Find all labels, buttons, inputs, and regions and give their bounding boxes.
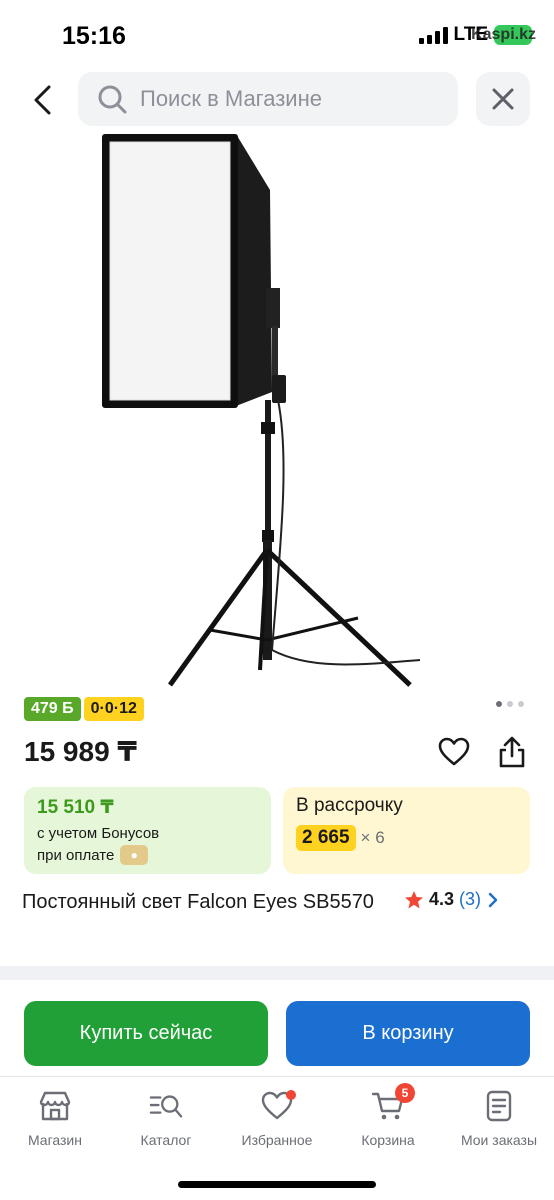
search-bar[interactable] xyxy=(78,72,458,126)
search-header xyxy=(0,72,554,128)
close-icon xyxy=(492,88,514,110)
orders-icon xyxy=(482,1089,516,1123)
cellular-signal-icon xyxy=(418,26,448,44)
bonus-caption-text: при оплате xyxy=(37,846,115,864)
chevron-right-icon xyxy=(488,892,498,907)
tab-label: Магазин xyxy=(27,1132,82,1148)
installment-card[interactable]: В рассрочку 2 665 × 6 xyxy=(283,787,530,874)
installment-badge: 0·0·12 xyxy=(83,697,144,721)
status-bar: 15:16 LTE Kaspi.kz xyxy=(0,0,554,70)
tab-label: Каталог xyxy=(140,1132,192,1148)
cart-icon: 5 xyxy=(371,1083,415,1123)
product-image[interactable] xyxy=(60,130,500,690)
home-indicator xyxy=(178,1181,376,1188)
pager-dot xyxy=(518,701,524,707)
rating-value: 4.3 xyxy=(429,889,455,909)
installment-row: 2 665 × 6 xyxy=(296,825,517,851)
share-button[interactable] xyxy=(494,734,530,770)
tab-favorites[interactable]: Избранное xyxy=(222,1089,332,1148)
buy-now-button[interactable]: Купить сейчас xyxy=(24,1001,268,1066)
installment-amount: 2 665 xyxy=(296,825,356,851)
bonus-price: 15 510 ₸ xyxy=(37,797,114,818)
gallery-pager xyxy=(496,701,524,707)
heart-icon xyxy=(438,737,470,766)
search-input[interactable] xyxy=(140,86,440,112)
promo-badges: 479 Б 0·0·12 xyxy=(24,697,144,721)
tab-label: Корзина xyxy=(361,1132,415,1148)
bonus-caption: с учетом Бонусов xyxy=(37,825,160,842)
pager-dot xyxy=(507,701,513,707)
store-icon xyxy=(38,1089,72,1123)
back-button[interactable] xyxy=(22,78,62,122)
tab-catalog[interactable]: Каталог xyxy=(111,1089,221,1148)
installment-title: В рассрочку xyxy=(296,795,403,816)
share-icon xyxy=(499,736,525,768)
cart-count-badge: 5 xyxy=(395,1083,415,1103)
chevron-left-icon xyxy=(34,85,51,115)
product-title: Постоянный свет Falcon Eyes SB5570 xyxy=(22,891,374,913)
kaspi-gold-icon: ● xyxy=(120,845,149,865)
close-button[interactable] xyxy=(476,72,530,126)
add-to-cart-button[interactable]: В корзину xyxy=(286,1001,530,1066)
product-rating[interactable]: 4.3 (3) xyxy=(404,889,500,910)
bonus-badge: 479 Б xyxy=(24,697,81,721)
status-time: 15:16 xyxy=(62,22,126,50)
tab-label: Мои заказы xyxy=(460,1132,538,1148)
product-price: 15 989 ₸ xyxy=(24,736,137,767)
catalog-search-icon xyxy=(149,1089,183,1123)
section-divider xyxy=(0,966,554,980)
search-icon xyxy=(96,83,128,115)
watermark-text: Kaspi.kz xyxy=(471,26,536,43)
tab-store[interactable]: Магазин xyxy=(0,1089,110,1148)
bonus-price-card[interactable]: 15 510 ₸ с учетом Бонусов при оплате ● xyxy=(24,787,271,874)
reviews-count[interactable]: (3) xyxy=(459,889,481,910)
tab-label: Избранное xyxy=(241,1132,313,1148)
tab-orders[interactable]: Мои заказы xyxy=(444,1089,554,1148)
star-icon xyxy=(405,890,423,908)
installment-multiplier: × 6 xyxy=(360,828,385,847)
favorite-button[interactable] xyxy=(436,734,472,770)
pager-dot xyxy=(496,701,502,707)
softbox-light-stand-image xyxy=(102,134,421,687)
section-divider-cap xyxy=(0,952,554,966)
heart-icon xyxy=(260,1089,296,1123)
bonus-caption-payment: при оплате ● xyxy=(37,845,258,865)
notification-dot xyxy=(286,1090,296,1100)
tab-cart[interactable]: 5 Корзина xyxy=(333,1083,443,1148)
